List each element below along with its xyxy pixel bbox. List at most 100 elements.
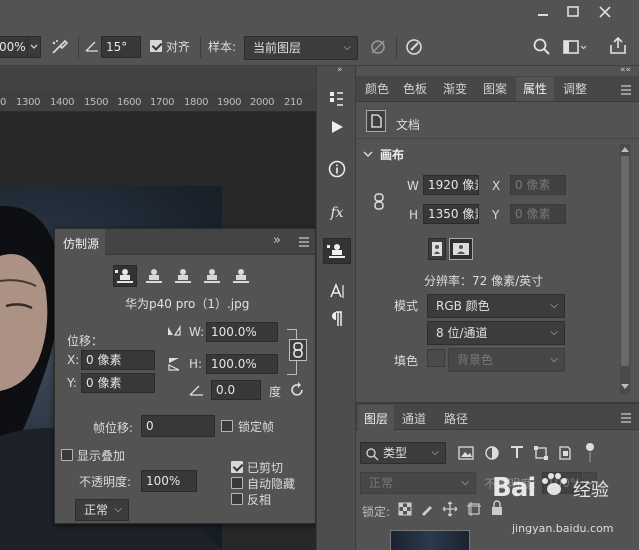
pressure-size-toggle[interactable] bbox=[402, 35, 426, 59]
overlay-blend-mode-select[interactable]: 正常 ⌵ bbox=[75, 499, 129, 521]
styles-panel-button[interactable]: fx bbox=[323, 200, 351, 226]
canvas-section-toggle[interactable] bbox=[362, 148, 374, 160]
portrait-orientation-button[interactable] bbox=[428, 238, 446, 260]
canvas-y-field[interactable]: 0 像素 bbox=[510, 204, 566, 224]
clone-source-panel-button[interactable] bbox=[323, 238, 351, 264]
scale-h-field[interactable]: 100.0% bbox=[206, 354, 278, 374]
canvas-x-field[interactable]: 0 像素 bbox=[510, 175, 566, 195]
show-overlay-checkbox[interactable] bbox=[61, 449, 73, 461]
lock-transparent-pixels-button[interactable] bbox=[398, 502, 412, 516]
scale-w-field[interactable]: 100.0% bbox=[206, 322, 278, 342]
airbrush-toggle[interactable] bbox=[48, 35, 72, 59]
tab-paths[interactable]: 路径 bbox=[444, 410, 468, 427]
invert-checkbox[interactable] bbox=[231, 493, 243, 505]
filter-toggle-button[interactable] bbox=[584, 442, 596, 464]
ruler-tick: 1500 bbox=[84, 97, 109, 108]
color-mode-select[interactable]: RGB 颜色 ⌵ bbox=[427, 294, 565, 318]
sample-select[interactable]: 当前图层 ⌵ bbox=[244, 36, 358, 60]
layer-thumbnail[interactable] bbox=[390, 530, 470, 550]
frame-offset-field[interactable]: 0 bbox=[141, 415, 215, 437]
history-panel-button[interactable] bbox=[323, 86, 351, 112]
clone-source-3-button[interactable] bbox=[171, 265, 195, 287]
filter-shape-layers-button[interactable] bbox=[533, 445, 549, 461]
landscape-orientation-button[interactable] bbox=[449, 238, 473, 260]
offset-x-field[interactable]: 0 像素 bbox=[81, 350, 155, 370]
share-icon bbox=[610, 36, 626, 54]
tab-gradients[interactable]: 渐变 bbox=[438, 77, 472, 101]
info-panel-button[interactable] bbox=[323, 156, 351, 182]
properties-scrollbar-thumb[interactable] bbox=[621, 156, 629, 366]
filter-type-layers-button[interactable] bbox=[509, 444, 525, 460]
horizontal-ruler[interactable]: 0 1300 1400 1500 1600 1700 1800 1900 200… bbox=[0, 92, 316, 112]
collapse-panel-button[interactable]: » bbox=[273, 233, 281, 248]
scroll-up-arrow[interactable] bbox=[621, 146, 629, 152]
lock-position-button[interactable] bbox=[442, 501, 458, 517]
collapse-dock-button[interactable]: «« bbox=[620, 65, 631, 75]
reset-transform-button[interactable] bbox=[289, 381, 307, 399]
lock-image-pixels-button[interactable] bbox=[420, 502, 434, 516]
auto-hide-checkbox[interactable] bbox=[231, 477, 243, 489]
collapse-panels-button[interactable] bbox=[339, 66, 357, 76]
scroll-down-arrow[interactable] bbox=[621, 384, 629, 390]
close-button[interactable] bbox=[592, 3, 618, 21]
ignore-adjustment-icon bbox=[371, 40, 385, 54]
filter-adjustment-layers-button[interactable] bbox=[484, 445, 500, 461]
separator bbox=[78, 36, 79, 58]
link-scale-button[interactable] bbox=[289, 339, 307, 361]
clone-source-panel: 仿制源 » 华为p40 pro（1）.jpg 位移： X: 0 像素 Y: 0 … bbox=[54, 228, 316, 524]
tab-patterns[interactable]: 图案 bbox=[478, 77, 512, 101]
fill-color-swatch[interactable] bbox=[427, 349, 445, 367]
panel-menu-button[interactable] bbox=[297, 235, 311, 249]
fill-select[interactable]: 背景色 ⌵ bbox=[448, 348, 565, 372]
clone-source-1-button[interactable] bbox=[113, 265, 137, 287]
paragraph-panel-button[interactable] bbox=[323, 306, 351, 332]
baidu-logo: Bai 经验 bbox=[492, 470, 609, 506]
rotate-angle-field[interactable]: 0.0 bbox=[211, 380, 261, 400]
canvas-height-field[interactable]: 1350 像素 bbox=[423, 204, 479, 224]
clone-source-5-button[interactable] bbox=[229, 265, 253, 287]
ignore-adjustment-layers-button[interactable] bbox=[366, 35, 390, 59]
constrain-proportions-button[interactable] bbox=[372, 192, 386, 212]
offset-y-field[interactable]: 0 像素 bbox=[81, 373, 155, 393]
clone-source-4-button[interactable] bbox=[200, 265, 224, 287]
bit-depth-select[interactable]: 8 位/通道 ⌵ bbox=[427, 321, 565, 345]
zoom-field[interactable]: 00% bbox=[0, 36, 28, 58]
filter-smart-objects-button[interactable] bbox=[557, 445, 573, 461]
canvas-width-field[interactable]: 1920 像素 bbox=[423, 175, 479, 195]
properties-scrollbar-track[interactable] bbox=[620, 144, 630, 394]
align-checkbox[interactable] bbox=[150, 40, 162, 52]
baidu-jingyan-watermark: Bai 经验 jingyan.baidu.com bbox=[488, 466, 638, 546]
panel-menu-button[interactable] bbox=[619, 411, 633, 425]
tab-channels[interactable]: 通道 bbox=[402, 410, 426, 427]
character-panel-button[interactable] bbox=[323, 278, 351, 304]
lock-frame-checkbox[interactable] bbox=[221, 420, 233, 432]
portrait-icon bbox=[432, 242, 442, 256]
layer-blend-mode-select[interactable]: 正常 ⌵ bbox=[360, 472, 476, 494]
workspace-button[interactable] bbox=[560, 35, 588, 59]
overlay-opacity-field[interactable]: 100% bbox=[141, 470, 197, 492]
actions-panel-button[interactable] bbox=[323, 114, 351, 140]
canvas-h-label: H bbox=[409, 208, 419, 222]
tab-color[interactable]: 颜色 bbox=[360, 77, 394, 101]
paragraph-icon bbox=[332, 311, 342, 326]
maximize-button[interactable] bbox=[560, 3, 586, 21]
flip-vertical-button[interactable] bbox=[165, 355, 183, 373]
flip-horizontal-button[interactable] bbox=[165, 323, 183, 339]
share-button[interactable] bbox=[606, 34, 630, 58]
airbrush-icon bbox=[52, 39, 69, 54]
clone-source-2-button[interactable] bbox=[142, 265, 166, 287]
layer-filter-value: 类型 bbox=[383, 446, 408, 460]
lock-artboard-button[interactable] bbox=[466, 501, 482, 517]
tab-swatches[interactable]: 色板 bbox=[398, 77, 432, 101]
clone-source-title: 仿制源 bbox=[63, 237, 100, 251]
panel-menu-button[interactable] bbox=[619, 83, 633, 97]
filter-pixel-layers-button[interactable] bbox=[458, 445, 474, 461]
minimize-button[interactable] bbox=[530, 3, 556, 21]
tab-adjustments[interactable]: 调整 bbox=[558, 77, 592, 101]
tab-properties[interactable]: 属性 bbox=[516, 77, 554, 101]
search-button[interactable] bbox=[530, 35, 554, 59]
angle-field[interactable]: 15° bbox=[101, 36, 141, 58]
zoom-dropdown-button[interactable] bbox=[27, 36, 41, 58]
clipped-checkbox[interactable] bbox=[231, 461, 243, 473]
layer-filter-select[interactable]: 类型 ⌵ bbox=[360, 442, 446, 464]
